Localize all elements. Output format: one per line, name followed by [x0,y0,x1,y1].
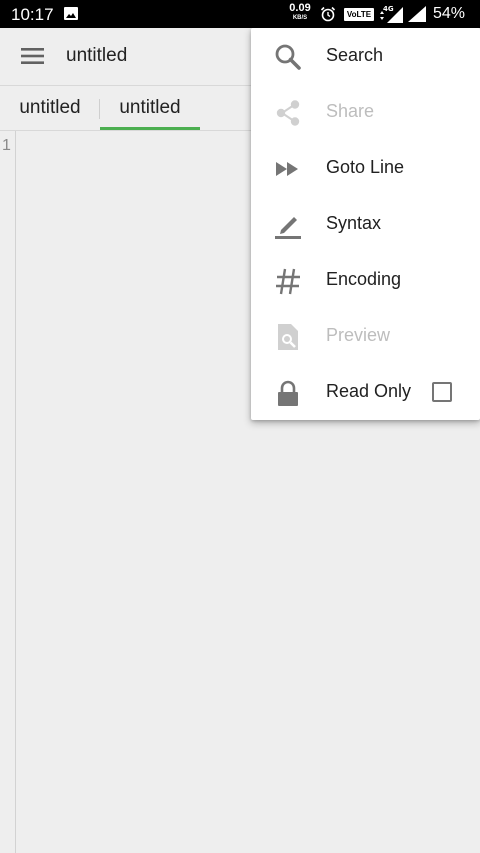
gallery-notification-icon [64,7,78,20]
menu-item-encoding[interactable]: Encoding [251,252,480,308]
status-bar: 10:17 0.09 KB/S VoLTE 4G 54% [0,0,480,28]
volte-badge: VoLTE [344,8,374,21]
hash-icon [276,268,300,295]
tab-untitled-2[interactable]: untitled [100,86,200,130]
document-title: untitled [66,45,128,66]
menu-label-encoding: Encoding [326,269,402,289]
network-speed: 0.09 KB/S [286,2,314,22]
overflow-menu: Search Share Goto Line Syntax Encoding P… [251,28,480,420]
hamburger-menu-icon[interactable] [17,41,49,71]
menu-item-search[interactable]: Search [251,28,480,84]
menu-label-preview: Preview [326,325,391,345]
status-time: 10:17 [11,5,54,24]
signal-4g-icon: 4G [380,5,403,23]
file-preview-icon [278,324,298,350]
network-speed-value: 0.09 [289,2,311,14]
pen-icon [275,217,301,239]
menu-label-search: Search [326,45,384,65]
svg-text:4G: 4G [383,5,394,13]
battery-level: 54% [433,5,466,22]
line-number: 1 [2,137,11,154]
read-only-checkbox[interactable] [432,382,452,402]
share-icon [276,100,300,126]
menu-label-share: Share [326,101,375,121]
menu-item-goto-line[interactable]: Goto Line [251,140,480,196]
menu-item-share[interactable]: Share [251,84,480,140]
search-icon [275,44,301,70]
menu-label-syntax: Syntax [326,213,382,233]
tab-untitled-1[interactable]: untitled [0,86,100,130]
menu-item-preview[interactable]: Preview [251,308,480,364]
alarm-icon [320,6,336,22]
menu-item-syntax[interactable]: Syntax [251,196,480,252]
active-tab-indicator [100,127,200,130]
menu-item-read-only[interactable]: Read Only [251,364,480,420]
menu-label-goto-line: Goto Line [326,157,405,177]
fast-forward-icon [276,162,298,176]
signal-strength-icon [408,6,426,22]
line-number-gutter: 1 [0,131,16,853]
network-speed-unit: KB/S [292,15,308,21]
menu-label-read-only: Read Only [326,381,412,401]
lock-icon [278,380,298,406]
